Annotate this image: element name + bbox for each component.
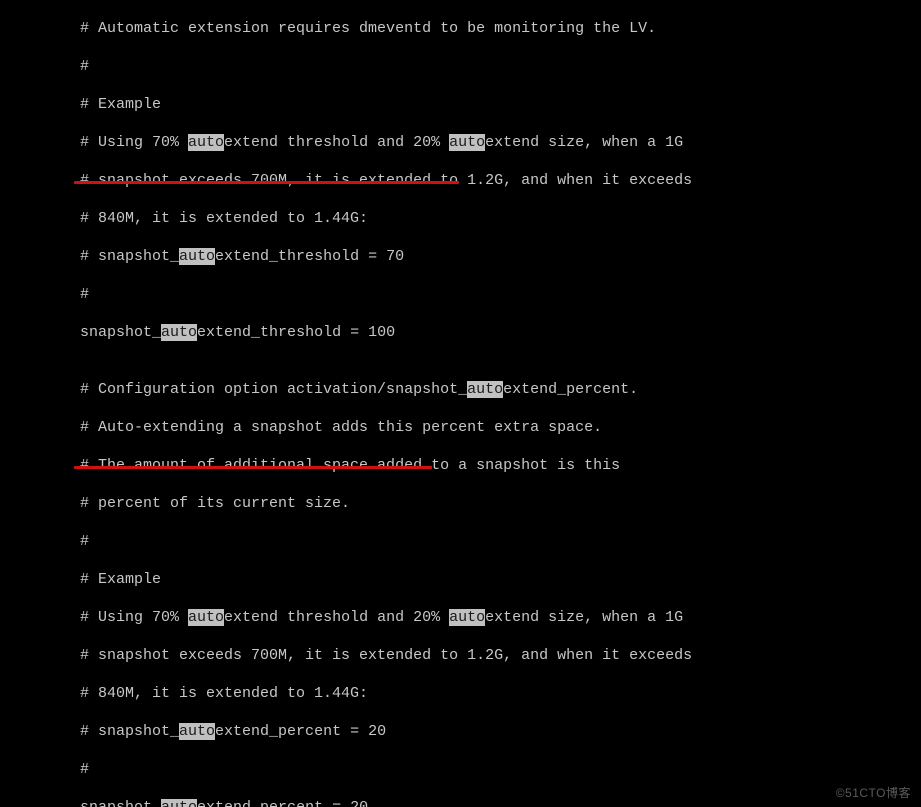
config-line: # percent of its current size.	[8, 494, 913, 513]
text: extend size, when a 1G	[485, 609, 683, 626]
text: # The amount of additional space added t…	[8, 457, 620, 474]
config-line: # The amount of additional space added t…	[8, 456, 913, 475]
text: extend_percent.	[503, 381, 638, 398]
search-match: auto	[179, 248, 215, 265]
config-line: # Using 70% autoextend threshold and 20%…	[8, 133, 913, 152]
text: extend size, when a 1G	[485, 134, 683, 151]
config-line: # Automatic extension requires dmeventd …	[8, 19, 913, 38]
text: extend_threshold = 70	[215, 248, 404, 265]
text: # snapshot_	[8, 248, 179, 265]
config-line: # Example	[8, 95, 913, 114]
config-line: # Using 70% autoextend threshold and 20%…	[8, 608, 913, 627]
config-line: #	[8, 285, 913, 304]
search-match: auto	[179, 723, 215, 740]
text: # Using 70%	[8, 134, 188, 151]
text: #	[8, 58, 89, 75]
text: #	[8, 761, 89, 778]
config-line: # snapshot exceeds 700M, it is extended …	[8, 646, 913, 665]
config-line: # snapshot exceeds 700M, it is extended …	[8, 171, 913, 190]
text: # snapshot exceeds 700M, it is extended …	[8, 647, 692, 664]
search-match: auto	[449, 609, 485, 626]
text: # snapshot exceeds 700M, it is extended …	[8, 172, 692, 189]
config-line: #	[8, 57, 913, 76]
text: extend threshold and 20%	[224, 134, 449, 151]
config-line: #	[8, 760, 913, 779]
config-line: #	[8, 532, 913, 551]
config-line: # 840M, it is extended to 1.44G:	[8, 209, 913, 228]
search-match: auto	[188, 134, 224, 151]
text: # snapshot_	[8, 723, 179, 740]
text: # Example	[8, 571, 161, 588]
config-line: snapshot_autoextend_percent = 20	[8, 798, 913, 807]
text: # percent of its current size.	[8, 495, 350, 512]
search-match: auto	[188, 609, 224, 626]
text: #	[8, 286, 89, 303]
search-match: auto	[161, 799, 197, 807]
text: # Configuration option activation/snapsh…	[8, 381, 467, 398]
text: # Using 70%	[8, 609, 188, 626]
config-line: # Auto-extending a snapshot adds this pe…	[8, 418, 913, 437]
text: extend_percent = 20	[215, 723, 386, 740]
text: # Example	[8, 96, 161, 113]
text: snapshot_	[8, 324, 161, 341]
terminal-viewport[interactable]: # Automatic extension requires dmeventd …	[0, 0, 921, 807]
config-line: # snapshot_autoextend_percent = 20	[8, 722, 913, 741]
config-line: # 840M, it is extended to 1.44G:	[8, 684, 913, 703]
search-match: auto	[161, 324, 197, 341]
text: extend_threshold = 100	[197, 324, 395, 341]
text: # Auto-extending a snapshot adds this pe…	[8, 419, 602, 436]
text: snapshot_	[8, 799, 161, 807]
config-line: # Example	[8, 570, 913, 589]
config-line: snapshot_autoextend_threshold = 100	[8, 323, 913, 342]
text: extend_percent = 20	[197, 799, 368, 807]
config-line: # Configuration option activation/snapsh…	[8, 380, 913, 399]
search-match: auto	[467, 381, 503, 398]
text: extend threshold and 20%	[224, 609, 449, 626]
text: #	[8, 533, 89, 550]
text: # Automatic extension requires dmeventd …	[8, 20, 656, 37]
search-match: auto	[449, 134, 485, 151]
text: # 840M, it is extended to 1.44G:	[8, 210, 368, 227]
text: # 840M, it is extended to 1.44G:	[8, 685, 368, 702]
config-line: # snapshot_autoextend_threshold = 70	[8, 247, 913, 266]
